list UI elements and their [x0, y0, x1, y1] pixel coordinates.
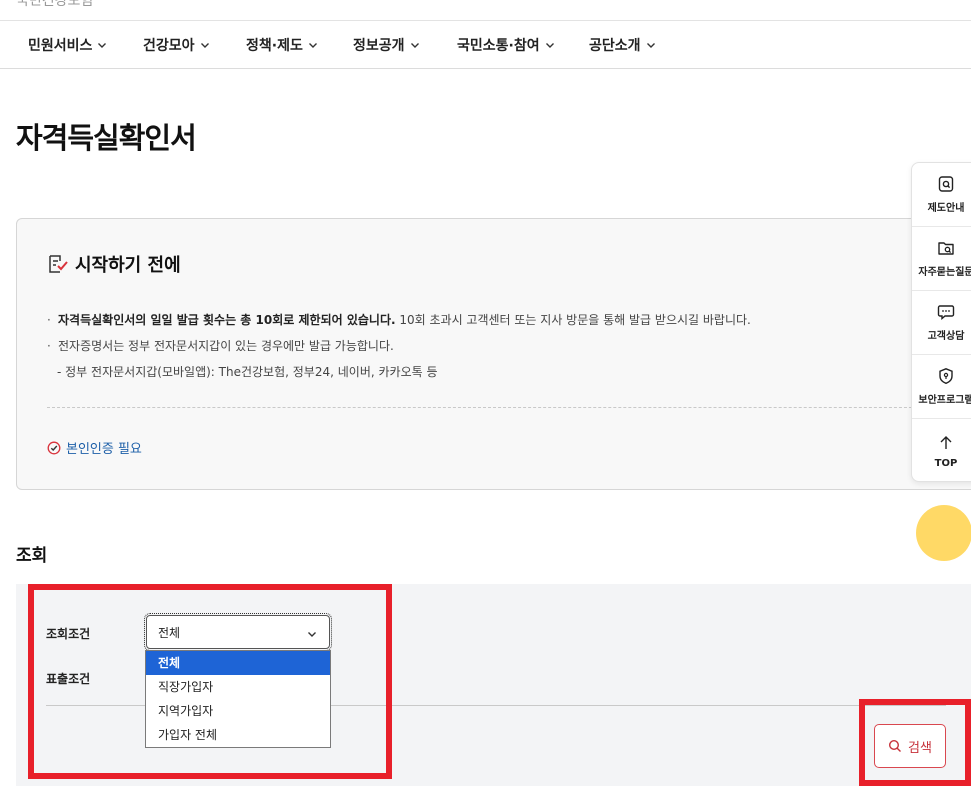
notice-item: · 전자증명서는 정부 전자문서지갑이 있는 경우에만 발급 가능합니다.: [47, 333, 751, 359]
bullet: ·: [47, 339, 51, 353]
checklist-icon: [47, 253, 69, 275]
notice-list: · 자격득실확인서의 일일 발급 횟수는 총 10회로 제한되어 있습니다. 1…: [47, 307, 751, 385]
quick-item-label: 보안프로그램: [918, 395, 971, 406]
chevron-down-icon: [545, 40, 555, 50]
chevron-down-icon: [97, 40, 107, 50]
nav-item-label: 공단소개: [589, 38, 641, 54]
global-nav: 민원서비스 건강모아 정책·제도 정보공개 국민소통·참여 공단소개: [0, 21, 971, 69]
section-title: 조회: [16, 546, 48, 566]
quick-item-consult[interactable]: 고객상담: [912, 291, 971, 355]
select-value: 전체: [158, 625, 181, 640]
chatbot-button[interactable]: [916, 505, 971, 561]
quick-item-faq[interactable]: 자주묻는질문: [912, 227, 971, 291]
folder-search-icon: [937, 239, 955, 257]
chevron-down-icon: [410, 40, 420, 50]
nav-item-label: 민원서비스: [28, 38, 93, 54]
notice-item-text: - 정부 전자문서지갑(모바일앱): The건강보험, 정부24, 네이버, 카…: [57, 365, 438, 379]
quick-item-label: 고객상담: [927, 331, 965, 342]
notice-box: 시작하기 전에 · 자격득실확인서의 일일 발급 횟수는 총 10회로 제한되어…: [16, 218, 971, 490]
dropdown-option-regional[interactable]: 지역가입자: [146, 699, 330, 723]
quick-item-security[interactable]: 보안프로그램: [912, 355, 971, 419]
check-circle-icon: [47, 441, 61, 455]
notice-item: · 자격득실확인서의 일일 발급 횟수는 총 10회로 제한되어 있습니다. 1…: [47, 307, 751, 333]
nav-item-policy[interactable]: 정책·제도: [246, 21, 318, 69]
nav-item-civil-service[interactable]: 민원서비스: [28, 21, 107, 69]
notice-title: 시작하기 전에: [75, 255, 181, 276]
auth-required-link[interactable]: 본인인증 필요: [47, 438, 142, 457]
dropdown-option-all[interactable]: 전체: [146, 651, 330, 675]
dropdown-option-employee[interactable]: 직장가입자: [146, 675, 330, 699]
chevron-down-icon: [308, 40, 318, 50]
notice-item-emphasis: 자격득실확인서의 일일 발급 횟수는 총 10회로 제한되어 있습니다.: [58, 313, 396, 327]
condition-select[interactable]: 전체: [144, 613, 332, 651]
chat-icon: [937, 303, 955, 321]
chevron-down-icon: [200, 40, 210, 50]
condition-label: 조회조건: [46, 627, 91, 641]
auth-link-label: 본인인증 필요: [66, 442, 142, 457]
search-icon: [888, 739, 902, 753]
nav-item-health[interactable]: 건강모아: [143, 21, 210, 69]
page-title: 자격득실확인서: [16, 121, 197, 155]
notice-subitem: - 정부 전자문서지갑(모바일앱): The건강보험, 정부24, 네이버, 카…: [47, 359, 751, 385]
notice-divider: [47, 407, 927, 408]
site-name[interactable]: 국민건강보험: [16, 0, 93, 10]
quick-item-label: 자주묻는질문: [918, 267, 971, 278]
arrow-up-icon: [937, 434, 955, 452]
nav-item-about[interactable]: 공단소개: [589, 21, 656, 69]
nav-item-label: 건강모아: [143, 38, 195, 54]
nav-item-participation[interactable]: 국민소통·참여: [457, 21, 555, 69]
quick-item-top[interactable]: TOP: [912, 419, 971, 481]
quick-item-guide[interactable]: 제도안내: [912, 163, 971, 227]
nav-item-label: 정책·제도: [246, 38, 303, 54]
search-button[interactable]: 검색: [874, 724, 946, 768]
notice-item-text: 전자증명서는 정부 전자문서지갑이 있는 경우에만 발급 가능합니다.: [58, 339, 394, 353]
quick-item-label: TOP: [934, 457, 958, 469]
bullet: ·: [47, 313, 51, 327]
nav-item-disclosure[interactable]: 정보공개: [353, 21, 420, 69]
chevron-down-icon: [646, 40, 656, 50]
quick-menu: 제도안내 자주묻는질문 고객상담 보안프로그램 TOP: [911, 162, 971, 482]
notice-header: 시작하기 전에: [47, 251, 181, 277]
notice-item-text: 10회 초과시 고객센터 또는 지사 방문을 통해 발급 받으시길 바랍니다.: [395, 313, 751, 327]
search-button-label: 검색: [908, 740, 932, 756]
nav-item-label: 국민소통·참여: [457, 38, 540, 54]
shield-icon: [937, 367, 955, 385]
output-condition-label: 표출조건: [46, 672, 91, 686]
condition-dropdown: 전체 직장가입자 지역가입자 가입자 전체: [145, 650, 331, 748]
chevron-down-icon: [307, 628, 317, 638]
document-search-icon: [937, 175, 955, 193]
quick-item-label: 제도안내: [927, 203, 965, 214]
dropdown-option-all-members[interactable]: 가입자 전체: [146, 723, 330, 747]
nav-item-label: 정보공개: [353, 38, 405, 54]
